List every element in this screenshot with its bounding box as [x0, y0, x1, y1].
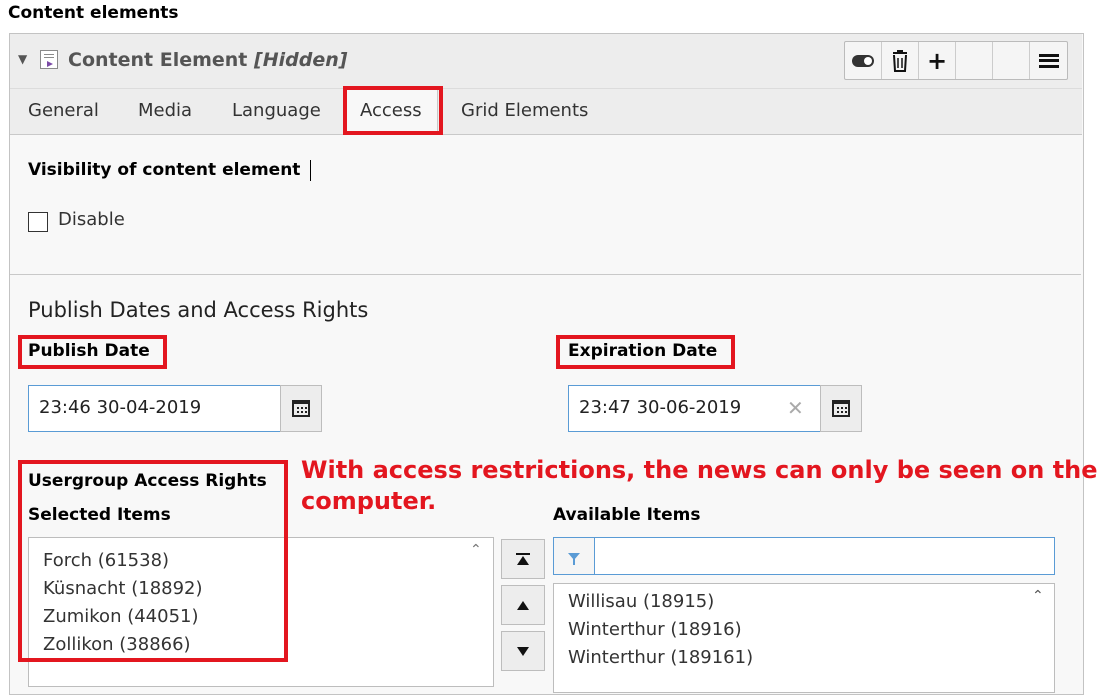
available-item[interactable]: Willisau (18915): [554, 588, 1054, 616]
highlight-box-usergroup: [18, 460, 288, 662]
move-up-button[interactable]: [501, 585, 545, 625]
filter-icon: [568, 552, 580, 565]
highlight-box-publish-date: [18, 335, 167, 369]
element-hidden-status: [Hidden]: [254, 49, 348, 71]
toggle-visibility-button[interactable]: [845, 42, 882, 79]
empty-action-button-2[interactable]: [993, 42, 1030, 79]
tab-grid-elements[interactable]: Grid Elements: [461, 100, 588, 121]
move-down-button[interactable]: [501, 631, 545, 671]
annotation-line-1: With access restrictions, the news can o…: [301, 456, 1098, 484]
expiration-date-input[interactable]: 23:47 30-06-2019: [568, 385, 821, 432]
disable-label: Disable: [58, 209, 125, 230]
tab-media[interactable]: Media: [138, 100, 192, 121]
tab-language[interactable]: Language: [232, 100, 321, 121]
toggle-icon: [852, 54, 874, 67]
available-items-label: Available Items: [553, 505, 701, 525]
filter-input[interactable]: [594, 537, 1055, 575]
selected-scroll-up-icon[interactable]: ⌃: [470, 542, 482, 558]
clear-icon[interactable]: ✕: [787, 396, 804, 420]
text-cursor: [310, 160, 311, 181]
filter-button[interactable]: [553, 537, 595, 575]
available-item[interactable]: Winterthur (18916): [554, 616, 1054, 644]
tab-general[interactable]: General: [28, 100, 99, 121]
move-top-icon: [516, 553, 530, 555]
add-button[interactable]: +: [919, 42, 956, 79]
annotation-line-2: computer.: [301, 487, 437, 515]
element-actions: +: [844, 41, 1068, 80]
available-scroll-up-icon[interactable]: ⌃: [1032, 588, 1044, 604]
highlight-box-access-tab: [343, 86, 443, 135]
delete-button[interactable]: [882, 42, 919, 79]
menu-icon: [1038, 53, 1059, 68]
section-divider: [10, 274, 1081, 275]
collapse-caret-icon[interactable]: ▼: [18, 52, 27, 66]
disable-checkbox[interactable]: [28, 212, 48, 232]
expiration-date-picker-button[interactable]: [820, 385, 862, 432]
calendar-icon: [832, 400, 850, 417]
element-title[interactable]: Content Element [Hidden]: [68, 49, 347, 71]
publish-date-input[interactable]: 23:46 30-04-2019: [28, 385, 281, 432]
visibility-heading: Visibility of content element: [28, 160, 301, 180]
plus-icon: +: [926, 46, 948, 75]
trash-icon: [893, 49, 907, 72]
section-title: Content elements: [8, 3, 179, 23]
move-up-icon: [517, 600, 529, 610]
calendar-icon: [292, 400, 310, 417]
empty-action-button-1[interactable]: [956, 42, 993, 79]
highlight-box-expiration-date: [556, 335, 735, 369]
available-items-list[interactable]: Willisau (18915) Winterthur (18916) Wint…: [553, 583, 1055, 693]
move-to-top-button[interactable]: [501, 539, 545, 579]
menu-button[interactable]: [1030, 42, 1067, 79]
move-down-icon: [517, 646, 529, 656]
publish-date-picker-button[interactable]: [280, 385, 322, 432]
publish-section-heading: Publish Dates and Access Rights: [28, 298, 369, 322]
content-element-icon: [40, 50, 58, 69]
available-item[interactable]: Winterthur (189161): [554, 644, 1054, 672]
element-title-text: Content Element: [68, 49, 248, 71]
